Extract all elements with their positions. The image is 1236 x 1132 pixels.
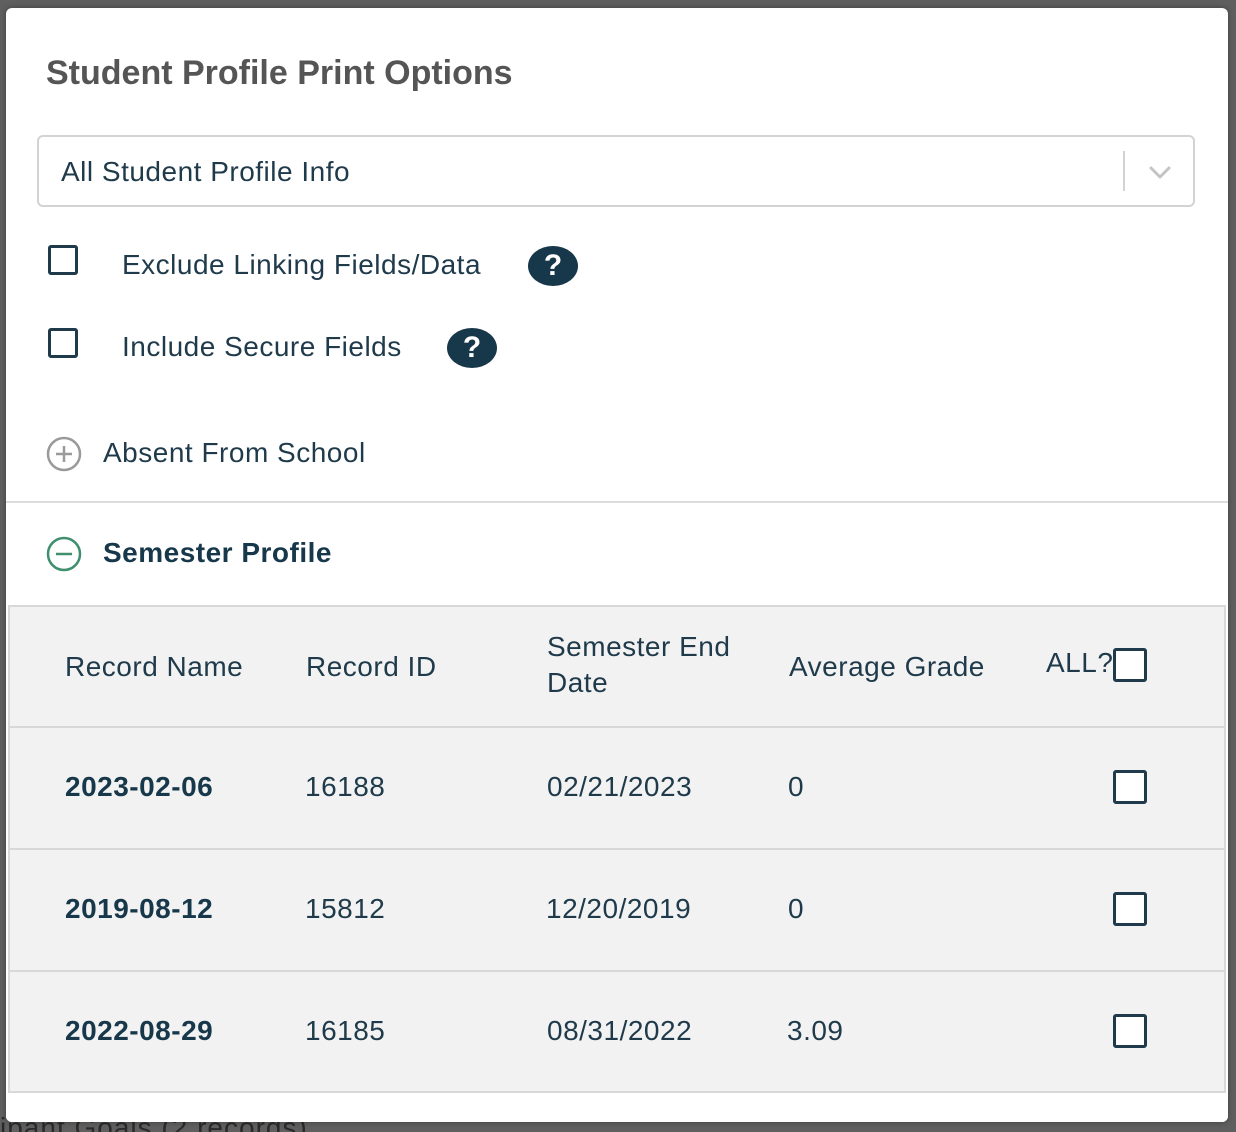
modal-title: Student Profile Print Options [46, 54, 513, 92]
select-separator [1123, 151, 1125, 191]
row-select-checkbox[interactable] [1113, 1014, 1147, 1048]
cell-average-grade: 0 [788, 893, 805, 924]
exclude-linking-checkbox[interactable] [48, 245, 78, 275]
cell-record-id: 16188 [305, 771, 386, 802]
col-average-grade: Average Grade [789, 651, 985, 682]
col-all-label: ALL? [1046, 647, 1114, 678]
cell-record-name[interactable]: 2022-08-29 [65, 1015, 213, 1047]
col-semester-end-date: Semester End Date [547, 631, 731, 698]
profile-info-select[interactable]: All Student Profile Info [37, 135, 1195, 207]
select-all-checkbox[interactable] [1113, 648, 1147, 682]
cell-semester-end-date: 08/31/2022 [547, 1015, 693, 1046]
cell-record-id: 15812 [305, 893, 386, 924]
row-divider [10, 726, 1224, 728]
include-secure-label: Include Secure Fields [122, 331, 402, 362]
section-divider [6, 501, 1228, 503]
row-divider [10, 970, 1224, 972]
include-secure-checkbox[interactable] [48, 328, 78, 358]
cell-record-name[interactable]: 2023-02-06 [65, 771, 213, 803]
col-record-id: Record ID [306, 651, 437, 682]
plus-circle-icon[interactable] [46, 436, 82, 472]
semester-profile-table: Record Name Record ID Semester End Date … [8, 605, 1226, 1093]
help-icon[interactable]: ? [528, 246, 578, 286]
col-record-name: Record Name [65, 651, 244, 682]
chevron-down-icon[interactable] [1145, 157, 1175, 187]
exclude-linking-label: Exclude Linking Fields/Data [122, 249, 482, 280]
row-select-checkbox[interactable] [1113, 892, 1147, 926]
help-icon[interactable]: ? [447, 328, 497, 368]
minus-circle-icon[interactable] [46, 536, 82, 572]
modal-footer-strip [6, 1094, 1228, 1122]
cell-record-id: 16185 [305, 1015, 386, 1046]
cell-average-grade: 0 [788, 771, 805, 802]
row-select-checkbox[interactable] [1113, 770, 1147, 804]
cell-average-grade: 3.09 [787, 1015, 844, 1046]
select-value: All Student Profile Info [61, 156, 351, 187]
cell-record-name[interactable]: 2019-08-12 [65, 893, 213, 925]
cell-semester-end-date: 02/21/2023 [547, 771, 693, 802]
cell-semester-end-date: 12/20/2019 [546, 893, 692, 924]
section-label: Absent From School [103, 437, 366, 468]
print-options-modal: Student Profile Print Options All Studen… [6, 8, 1228, 1122]
section-label: Semester Profile [103, 537, 332, 568]
row-divider [10, 848, 1224, 850]
